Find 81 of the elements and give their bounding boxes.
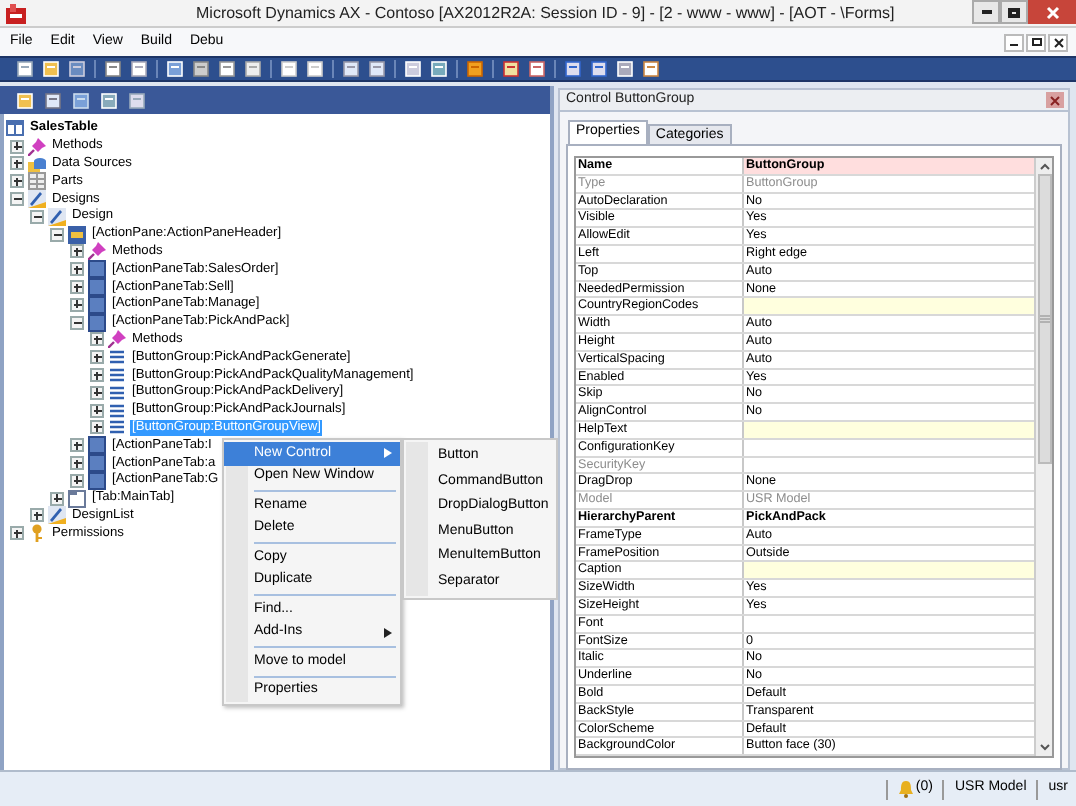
pin-icon — [108, 330, 126, 349]
expand-box[interactable] — [70, 280, 84, 295]
expand-box[interactable] — [70, 244, 84, 259]
pin-icon — [28, 137, 46, 156]
expand-box[interactable] — [70, 297, 84, 312]
expand-box[interactable] — [30, 508, 44, 523]
tool-icon[interactable] — [528, 60, 546, 78]
window-title: Microsoft Dynamics AX - Contoso [AX2012R2A: Session ID - 9] - [2 - www - www] - [AOT - \Forms] — [196, 1, 895, 25]
tool-icon[interactable] — [44, 91, 62, 109]
tool-icon[interactable] — [128, 91, 146, 109]
tool-icon[interactable] — [642, 60, 660, 78]
submenu-arrow-icon — [384, 448, 392, 459]
tool-icon[interactable] — [564, 60, 582, 78]
expand-box[interactable] — [90, 368, 104, 383]
maximize-button[interactable] — [1000, 0, 1028, 24]
window-icon — [68, 489, 86, 508]
tool-icon[interactable] — [218, 60, 236, 78]
table-icon — [6, 120, 24, 137]
square-icon — [88, 295, 106, 314]
ruler-icon — [48, 506, 66, 525]
tool-icon[interactable] — [192, 60, 210, 78]
tool-icon[interactable] — [368, 60, 386, 78]
grid-icon — [28, 172, 46, 191]
lines-icon — [108, 383, 126, 402]
pin-icon — [88, 242, 106, 261]
square-icon — [88, 313, 106, 332]
tool-icon[interactable] — [466, 60, 484, 78]
value-field[interactable] — [744, 298, 1034, 315]
square-icon — [88, 436, 106, 455]
key-icon — [28, 524, 46, 543]
lines-icon — [108, 401, 126, 420]
expand-box[interactable] — [70, 456, 84, 471]
bell-icon[interactable] — [897, 780, 914, 798]
collapse-box[interactable] — [50, 227, 64, 242]
expand-box[interactable] — [90, 403, 104, 418]
close-icon — [1053, 37, 1063, 47]
ruler-icon — [28, 190, 46, 209]
close-icon — [1045, 5, 1059, 19]
minimize-button[interactable] — [972, 0, 1000, 24]
tool-icon[interactable] — [244, 60, 262, 78]
collapse-box[interactable] — [30, 209, 44, 224]
scroll-thumb[interactable] — [1037, 174, 1051, 464]
expand-box[interactable] — [70, 473, 84, 488]
panel-icon — [68, 225, 86, 244]
minimize-button[interactable] — [1004, 33, 1024, 51]
expand-box[interactable] — [10, 174, 24, 189]
square-icon — [88, 454, 106, 473]
tool-icon[interactable] — [104, 60, 122, 78]
expand-box[interactable] — [50, 491, 64, 506]
tool-icon[interactable] — [130, 60, 148, 78]
expand-box[interactable] — [70, 438, 84, 453]
tool-icon[interactable] — [16, 60, 34, 78]
close-button[interactable] — [1048, 33, 1068, 51]
collapse-box[interactable] — [70, 315, 84, 330]
expand-box[interactable] — [90, 350, 104, 365]
scroll-down-icon[interactable] — [1037, 740, 1051, 755]
tool-icon[interactable] — [342, 60, 360, 78]
submenu-arrow-icon — [384, 627, 392, 638]
ruler-icon — [48, 207, 66, 226]
expand-box[interactable] — [10, 156, 24, 171]
lines-icon — [108, 348, 126, 367]
scroll-up-icon[interactable] — [1037, 160, 1051, 174]
scrollbar[interactable] — [1034, 158, 1052, 757]
expand-box[interactable] — [70, 262, 84, 277]
square-icon — [88, 278, 106, 297]
expand-box[interactable] — [90, 332, 104, 347]
lines-icon — [108, 418, 126, 437]
square-icon — [88, 471, 106, 490]
expand-box[interactable] — [10, 139, 24, 154]
tool-icon[interactable] — [502, 60, 520, 78]
lines-icon — [108, 366, 126, 385]
tool-icon[interactable] — [590, 60, 608, 78]
collapse-box[interactable] — [10, 192, 24, 207]
expand-box[interactable] — [10, 526, 24, 541]
restore-button[interactable] — [1026, 33, 1046, 51]
expand-box[interactable] — [90, 385, 104, 400]
close-icon — [1050, 95, 1060, 105]
database-icon — [28, 155, 46, 173]
value-field[interactable] — [744, 562, 1034, 579]
square-icon — [88, 260, 106, 279]
expand-box[interactable] — [90, 420, 104, 435]
